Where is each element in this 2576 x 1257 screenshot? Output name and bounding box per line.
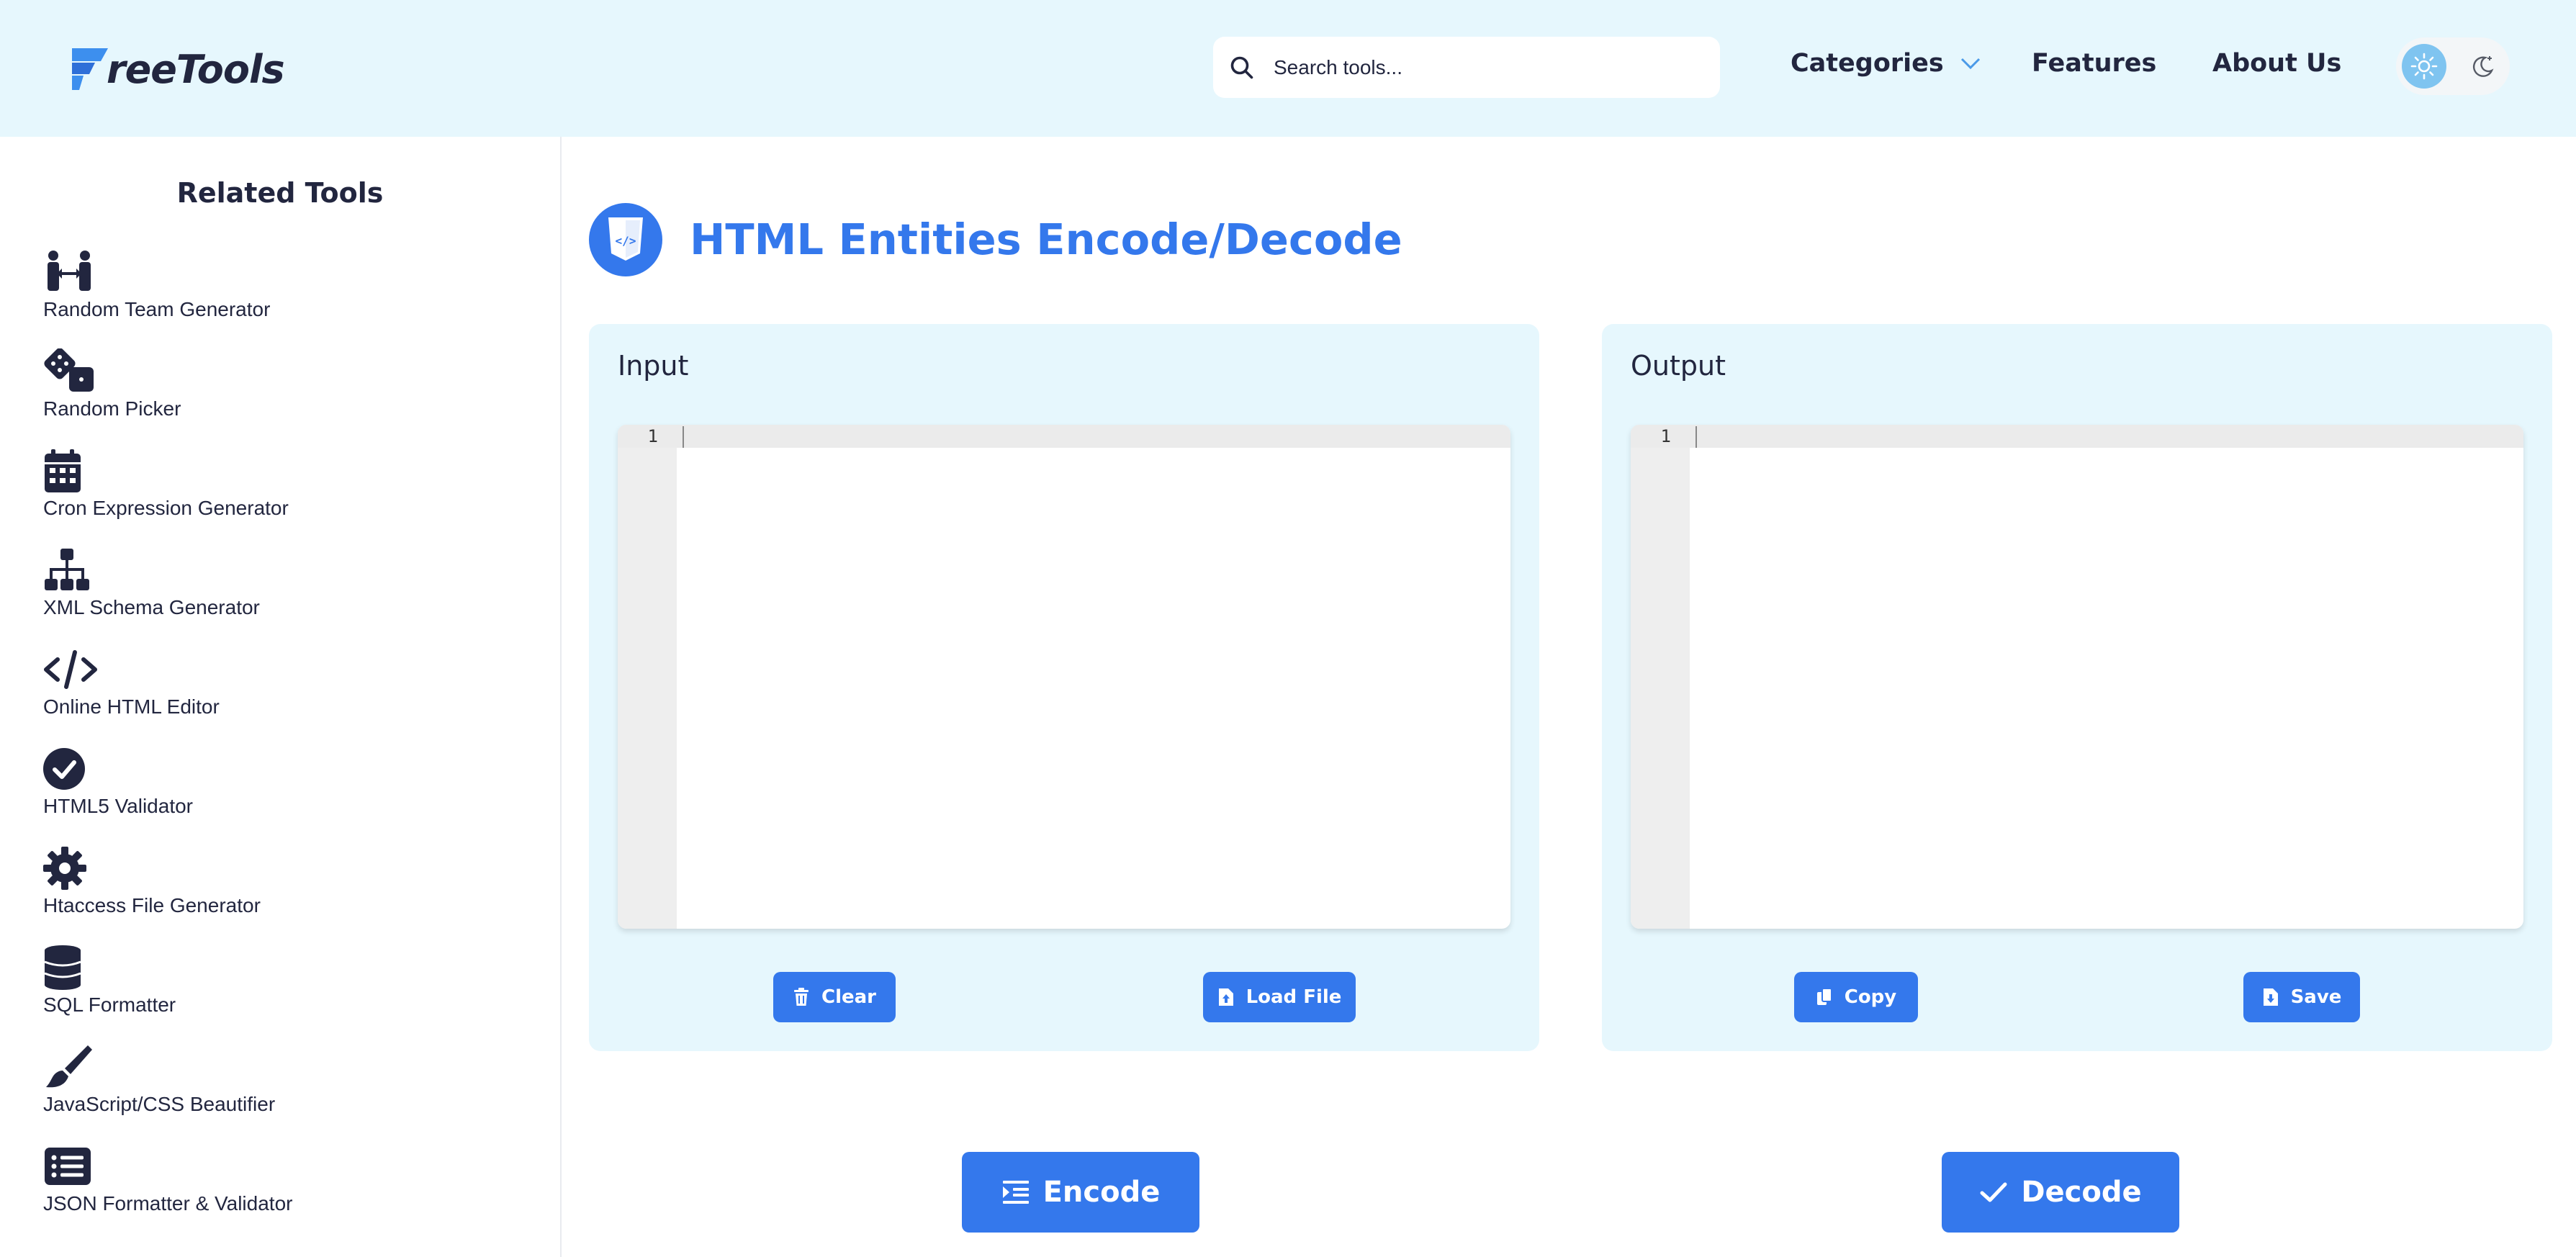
- html-shield-icon: </>: [589, 203, 662, 276]
- nav-categories-label: Categories: [1791, 49, 1944, 78]
- search-input[interactable]: [1274, 55, 1677, 79]
- dark-mode-button[interactable]: [2467, 50, 2498, 82]
- copy-button[interactable]: Copy: [1794, 972, 1918, 1022]
- sidebar-item-label: JSON Formatter & Validator: [43, 1192, 293, 1215]
- encode-button[interactable]: Encode: [962, 1152, 1199, 1233]
- save-button[interactable]: Save: [2243, 972, 2360, 1022]
- line-gutter: [618, 425, 677, 929]
- input-editor[interactable]: 1: [618, 425, 1510, 929]
- input-label: Input: [618, 350, 689, 382]
- line-gutter: [1631, 425, 1690, 929]
- sidebar-item-label: Cron Expression Generator: [43, 497, 289, 519]
- sun-icon: [2410, 53, 2438, 80]
- database-icon: [43, 945, 98, 991]
- input-panel: Input 1 Clear Load File: [589, 324, 1539, 1051]
- moon-icon: [2472, 56, 2494, 77]
- search-icon: [1230, 56, 1253, 78]
- svg-text:</>: </>: [616, 234, 636, 248]
- light-mode-button[interactable]: [2402, 44, 2446, 89]
- chevron-down-icon: [1960, 58, 1980, 70]
- code-icon: [43, 646, 98, 693]
- clear-button[interactable]: Clear: [773, 972, 896, 1022]
- sidebar-title: Related Tools: [176, 177, 384, 209]
- load-file-label: Load File: [1246, 986, 1342, 1008]
- load-file-button[interactable]: Load File: [1203, 972, 1356, 1022]
- sidebar-item-random-team-generator[interactable]: Random Team Generator: [43, 249, 270, 321]
- page-title: HTML Entities Encode/Decode: [690, 215, 1402, 264]
- logo[interactable]: reeTools: [69, 40, 285, 98]
- sidebar-item-cron-expression-generator[interactable]: Cron Expression Generator: [43, 448, 289, 520]
- sidebar-item-html5-validator[interactable]: HTML5 Validator: [43, 746, 193, 818]
- save-label: Save: [2290, 986, 2342, 1008]
- input-textarea[interactable]: [677, 425, 1510, 929]
- header: reeTools Categories Features About Us: [0, 0, 2576, 137]
- list-icon: [43, 1143, 98, 1189]
- clear-label: Clear: [821, 986, 876, 1008]
- sidebar-item-random-picker[interactable]: Random Picker: [43, 348, 181, 420]
- sidebar-item-label: HTML5 Validator: [43, 795, 194, 817]
- logo-text: reeTools: [107, 46, 285, 92]
- output-label: Output: [1631, 350, 1726, 382]
- output-textarea[interactable]: [1690, 425, 2523, 929]
- sidebar-item-javascript-css-beautifier[interactable]: JavaScript/CSS Beautifier: [43, 1044, 275, 1116]
- check-icon: [1980, 1182, 2007, 1202]
- brush-icon: [43, 1044, 98, 1090]
- sidebar: Related Tools Random Team Generator Rand…: [0, 137, 562, 1257]
- sidebar-item-label: XML Schema Generator: [43, 596, 260, 618]
- encode-label: Encode: [1042, 1176, 1161, 1209]
- indent-icon: [1002, 1181, 1029, 1204]
- sidebar-item-label: Online HTML Editor: [43, 695, 220, 718]
- sidebar-item-json-formatter-validator[interactable]: JSON Formatter & Validator: [43, 1143, 292, 1215]
- sidebar-item-label: JavaScript/CSS Beautifier: [43, 1093, 276, 1115]
- sidebar-item-label: Random Picker: [43, 397, 181, 420]
- sidebar-item-label: SQL Formatter: [43, 994, 176, 1016]
- output-panel: Output 1 Copy Save: [1602, 324, 2552, 1051]
- sidebar-item-htaccess-file-generator[interactable]: Htaccess File Generator: [43, 845, 261, 917]
- decode-button[interactable]: Decode: [1942, 1152, 2179, 1233]
- output-editor[interactable]: 1: [1631, 425, 2523, 929]
- decode-label: Decode: [2021, 1176, 2142, 1209]
- gear-icon: [43, 845, 98, 891]
- copy-icon: [1816, 988, 1832, 1005]
- sidebar-item-online-html-editor[interactable]: Online HTML Editor: [43, 646, 220, 718]
- line-number: 1: [647, 426, 658, 446]
- team-icon: [43, 249, 98, 295]
- nav-about-us[interactable]: About Us: [2212, 49, 2341, 78]
- trash-icon: [794, 988, 809, 1006]
- sitemap-icon: [43, 547, 98, 593]
- check-circle-icon: [43, 746, 98, 792]
- line-number: 1: [1660, 426, 1671, 446]
- calendar-icon: [43, 448, 98, 494]
- sidebar-item-label: Random Team Generator: [43, 298, 271, 320]
- nav-features[interactable]: Features: [2032, 49, 2156, 78]
- theme-toggle[interactable]: [2396, 37, 2510, 95]
- sidebar-item-sql-formatter[interactable]: SQL Formatter: [43, 945, 176, 1017]
- sidebar-item-label: Htaccess File Generator: [43, 894, 261, 916]
- search-bar[interactable]: [1213, 37, 1720, 98]
- copy-label: Copy: [1844, 986, 1897, 1008]
- sidebar-item-xml-schema-generator[interactable]: XML Schema Generator: [43, 547, 260, 619]
- file-upload-icon: [1218, 988, 1233, 1006]
- dice-icon: [43, 348, 98, 395]
- file-download-icon: [2263, 988, 2278, 1006]
- logo-icon: [72, 48, 108, 90]
- nav-categories[interactable]: Categories: [1791, 49, 1981, 78]
